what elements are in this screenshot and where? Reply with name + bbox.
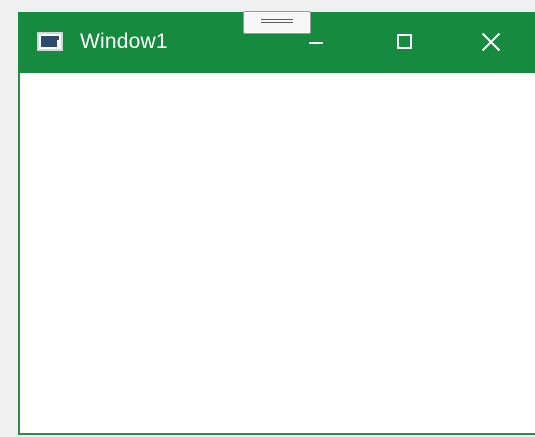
drag-handle-line-top [261,19,293,20]
drag-handle-line-bottom [261,22,293,23]
application-icon-pane [41,36,57,47]
window-title: Window1 [80,30,168,53]
drag-handle-icon[interactable] [243,11,311,34]
window-client-area [20,73,535,433]
close-button[interactable] [462,12,522,73]
maximize-icon [397,34,412,49]
application-icon-corner [56,36,59,40]
minimize-icon [309,42,323,44]
application-window: Window1 [18,12,535,435]
application-window-icon [37,32,63,51]
close-icon [481,32,501,52]
maximize-button[interactable] [373,12,433,73]
